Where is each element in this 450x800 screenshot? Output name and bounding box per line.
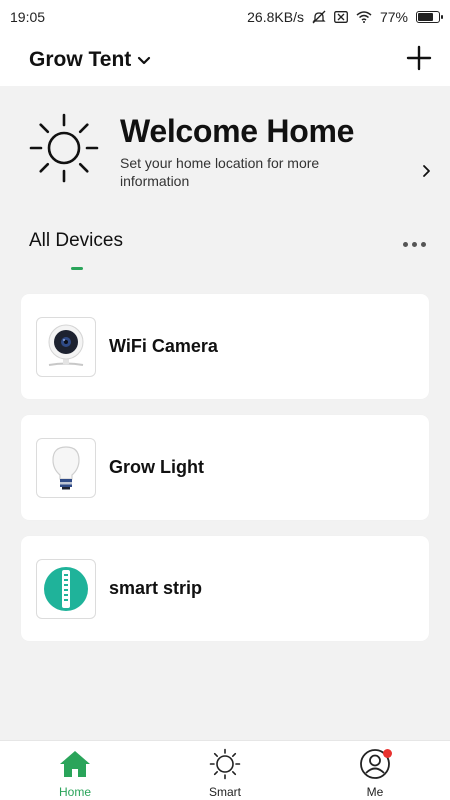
welcome-title: Welcome Home [120, 113, 355, 149]
chevron-down-icon [137, 48, 151, 72]
active-tab-indicator [71, 267, 83, 270]
tab-all-devices[interactable]: All Devices [29, 230, 123, 252]
mute-icon [312, 10, 326, 24]
home-name: Grow Tent [29, 48, 132, 71]
bottom-tab-bar: Home Smart Me [0, 740, 450, 800]
devices-section-header: All Devices [29, 230, 429, 274]
tab-label: Home [58, 785, 91, 799]
tab-label: Me [366, 785, 384, 799]
welcome-banner[interactable]: Welcome Home Set your home location for … [28, 108, 438, 198]
battery-icon [416, 11, 443, 23]
more-dots-icon[interactable] [399, 234, 429, 254]
user-icon [358, 747, 392, 781]
status-indicators: 26.8KB/s 77% [247, 9, 443, 25]
tab-home[interactable]: Home [0, 741, 150, 800]
chevron-right-icon [422, 164, 432, 183]
device-card-grow-light[interactable]: Grow Light [21, 415, 429, 520]
tab-smart[interactable]: Smart [150, 741, 300, 800]
device-card-smart-strip[interactable]: smart strip [21, 536, 429, 641]
camera-icon [36, 316, 96, 377]
device-name: smart strip [109, 578, 203, 598]
battery-fill [418, 13, 433, 21]
power-strip-icon [36, 558, 96, 619]
sun-icon [28, 112, 100, 184]
status-time: 19:05 [10, 9, 46, 25]
app-header: Grow Tent [0, 34, 450, 86]
tab-label: Smart [208, 785, 241, 799]
welcome-texts: Welcome Home Set your home location for … [120, 108, 390, 190]
home-icon [58, 747, 92, 781]
plus-icon [406, 45, 432, 76]
network-speed: 26.8KB/s [247, 9, 304, 25]
device-name: WiFi Camera [109, 336, 218, 356]
tab-me[interactable]: Me [300, 741, 450, 800]
bulb-icon [36, 437, 96, 498]
add-button[interactable] [404, 45, 434, 75]
home-selector[interactable]: Grow Tent [29, 48, 151, 72]
device-card-wifi-camera[interactable]: WiFi Camera [21, 294, 429, 399]
welcome-subtitle: Set your home location for more informat… [120, 155, 320, 189]
device-name: Grow Light [109, 457, 204, 477]
no-sim-icon [334, 11, 348, 23]
sun-icon [208, 747, 242, 781]
battery-percent: 77% [379, 9, 408, 25]
notification-badge [383, 749, 392, 758]
status-bar: 19:05 26.8KB/s 77% [0, 0, 450, 34]
wifi-icon [356, 11, 372, 23]
